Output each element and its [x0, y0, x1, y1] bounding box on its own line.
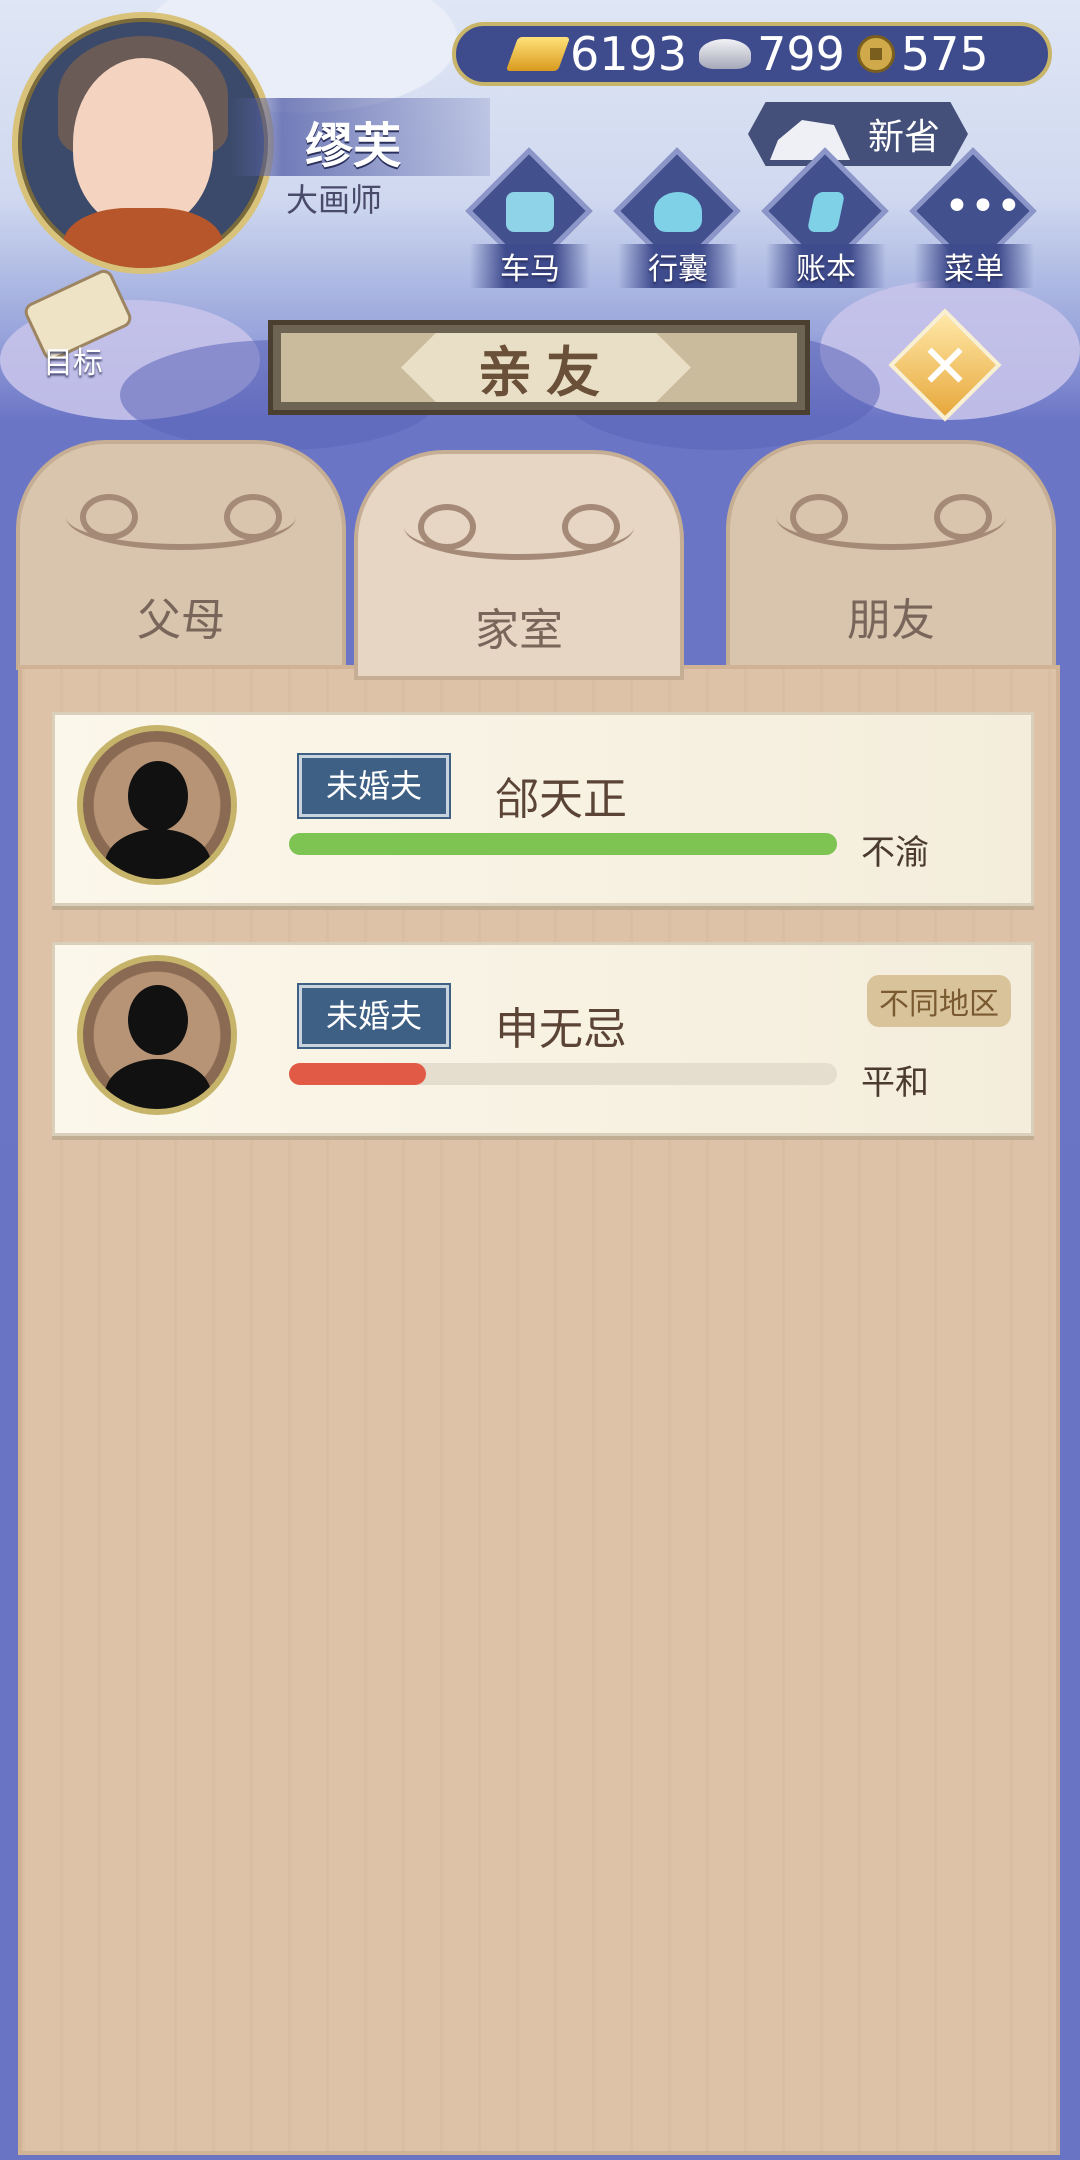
- coin-amount: 575: [900, 27, 989, 81]
- player-title: 大画师: [286, 181, 383, 219]
- avatar-body: [63, 208, 223, 268]
- silhouette-body: [105, 1059, 211, 1109]
- silhouette-head: [128, 985, 188, 1055]
- silhouette-body: [105, 829, 211, 879]
- relation-type-badge: 未婚夫: [297, 983, 451, 1049]
- tab-friends[interactable]: 朋友: [726, 440, 1056, 670]
- cloud-ornament: [776, 484, 1006, 550]
- silver-currency: 799: [699, 27, 845, 81]
- nav-label: 行囊: [618, 244, 738, 288]
- silhouette-head: [128, 761, 188, 831]
- affinity-bar: [289, 1063, 837, 1085]
- nav-label: 车马: [470, 244, 590, 288]
- tab-label: 家室: [475, 605, 563, 656]
- nav-bag-button[interactable]: 行囊: [613, 147, 741, 288]
- relation-card[interactable]: 未婚夫 郃天正 不渝: [52, 712, 1034, 906]
- cloud-ornament: [66, 484, 296, 550]
- coin-currency: 575: [856, 27, 989, 81]
- relation-name: 郃天正: [495, 774, 627, 825]
- silver-amount: 799: [757, 27, 845, 81]
- gold-amount: 6193: [570, 27, 688, 81]
- affinity-bar: [289, 833, 837, 855]
- cloud-ornament: [404, 494, 634, 560]
- relation-mood: 不渝: [861, 833, 929, 873]
- relation-name: 申无忌: [495, 1004, 627, 1055]
- nav-label: 账本: [766, 244, 886, 288]
- nav-book-button[interactable]: 账本: [761, 147, 889, 288]
- relation-mood: 平和: [861, 1063, 929, 1103]
- province-label: 新省: [868, 117, 941, 158]
- nav-menu-button[interactable]: ••• 菜单: [909, 147, 1037, 288]
- menu-icon: •••: [944, 181, 1022, 232]
- gold-ingot-icon: [505, 37, 571, 71]
- bag-icon: [654, 192, 702, 232]
- tab-label: 父母: [137, 595, 225, 646]
- carriage-icon: [506, 192, 554, 232]
- affinity-bar-fill: [289, 1063, 426, 1085]
- copper-coin-icon: [856, 35, 895, 73]
- nav-label: 菜单: [914, 244, 1034, 288]
- tab-family[interactable]: 家室: [354, 450, 684, 680]
- avatar-face: [73, 58, 213, 228]
- region-tag: 不同地区: [867, 975, 1011, 1027]
- currency-bar: 6193 799 575: [452, 22, 1052, 86]
- relation-type-badge: 未婚夫: [297, 753, 451, 819]
- tab-parents[interactable]: 父母: [16, 440, 346, 670]
- tab-label: 朋友: [847, 595, 935, 646]
- nav-carriage-button[interactable]: 车马: [465, 147, 593, 288]
- panel-title-banner: 亲友: [268, 320, 810, 415]
- close-icon: ✕: [919, 332, 971, 402]
- affinity-bar-fill: [289, 833, 837, 855]
- silver-ingot-icon: [699, 39, 752, 69]
- panel-title: 亲友: [401, 333, 691, 402]
- goal-button[interactable]: 目标: [18, 266, 135, 381]
- relation-portrait: [77, 725, 237, 885]
- relation-card[interactable]: 未婚夫 申无忌 不同地区 平和: [52, 942, 1034, 1136]
- goal-label: 目标: [43, 346, 103, 381]
- relation-portrait: [77, 955, 237, 1115]
- title-inner: 亲友: [281, 333, 797, 402]
- gold-currency: 6193: [505, 27, 688, 81]
- player-name: 缪芙: [305, 118, 402, 174]
